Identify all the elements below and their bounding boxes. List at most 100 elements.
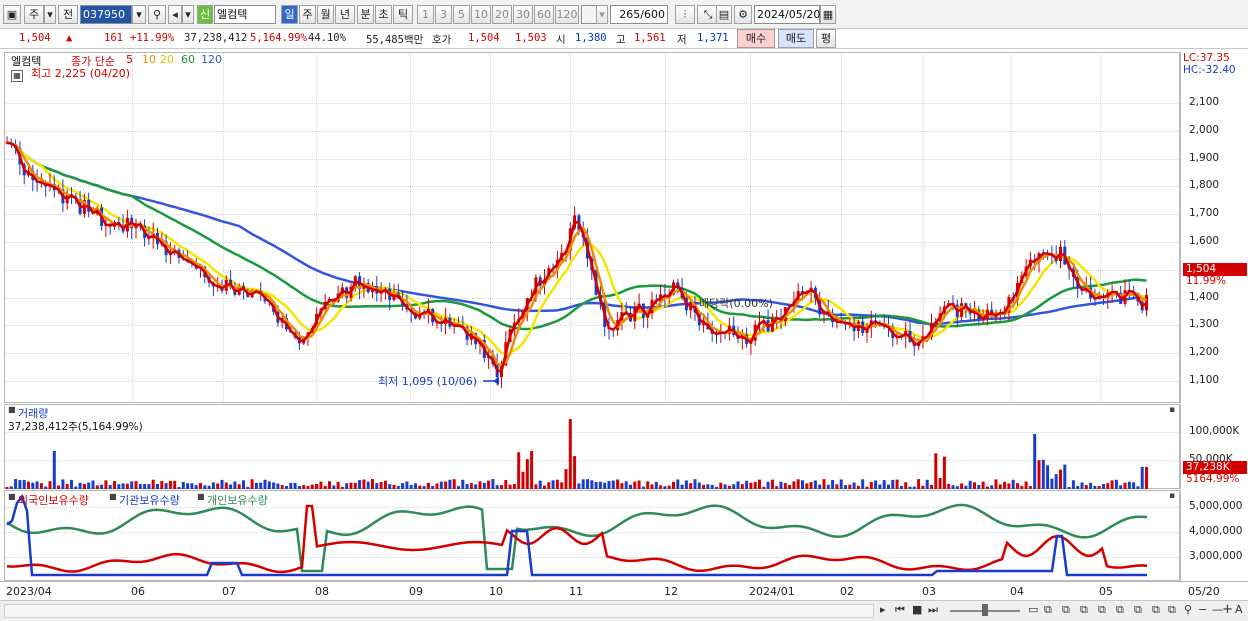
layout-icon-3[interactable]: ⧉ bbox=[1062, 603, 1070, 617]
min-30[interactable]: 30 bbox=[513, 5, 533, 24]
volume-bar bbox=[702, 484, 706, 489]
volume-bar bbox=[375, 483, 379, 489]
volume-bar bbox=[1050, 478, 1054, 489]
tab-tick[interactable]: 틱 bbox=[393, 5, 413, 24]
panel-close-icon-2[interactable]: ▪ bbox=[1169, 491, 1175, 501]
foreign-line bbox=[6, 504, 1148, 574]
panel-menu-icon[interactable]: ▦ bbox=[11, 70, 23, 82]
tab-day[interactable]: 일 bbox=[281, 5, 298, 24]
volume-bar bbox=[603, 482, 607, 489]
volume-bar bbox=[224, 482, 228, 489]
buy-button[interactable]: 매수 bbox=[737, 29, 775, 48]
volume-bar bbox=[676, 479, 680, 489]
layout-icon-1[interactable]: ▭ bbox=[1028, 603, 1038, 616]
volume-bar bbox=[18, 480, 22, 489]
chevron-down-icon-2[interactable]: ▾ bbox=[182, 5, 194, 24]
font-size-icon[interactable]: A bbox=[1235, 603, 1243, 616]
volume-bar bbox=[439, 481, 443, 489]
calendar-icon[interactable]: ▦ bbox=[820, 5, 836, 24]
tab-second[interactable]: 초 bbox=[375, 5, 392, 24]
volume-bar bbox=[779, 481, 783, 489]
low-label: 저 bbox=[677, 34, 687, 46]
layout-icon-6[interactable]: ⧉ bbox=[1116, 603, 1124, 617]
zoom-search-icon[interactable]: ⚲ bbox=[1184, 603, 1192, 616]
volume-bar bbox=[74, 486, 78, 489]
stock-code-input[interactable]: 037950 bbox=[80, 5, 132, 24]
min-1[interactable]: 1 bbox=[417, 5, 434, 24]
layout-icon-9[interactable]: ⧉ bbox=[1168, 603, 1176, 617]
date-input[interactable]: 2024/05/20 bbox=[754, 5, 820, 24]
layout-icon-2[interactable]: ⧉ bbox=[1044, 603, 1052, 617]
period-select[interactable]: 주 bbox=[24, 5, 44, 24]
volume-bar bbox=[839, 479, 843, 489]
volume-bar bbox=[5, 487, 9, 489]
price-chart bbox=[5, 136, 1148, 388]
min-60[interactable]: 60 bbox=[534, 5, 554, 24]
window-icon[interactable]: ▣ bbox=[3, 5, 21, 24]
tab-year[interactable]: 년 bbox=[335, 5, 355, 24]
quote-bar: 1,504 ▲ 161 +11.99% 37,238,412 5,164.99%… bbox=[0, 29, 1248, 49]
volume-bar bbox=[1089, 482, 1093, 489]
volume-bar bbox=[134, 481, 138, 489]
tick-1600: 1,600 bbox=[1189, 235, 1220, 247]
gear-icon[interactable]: ⚙ bbox=[734, 5, 752, 24]
horizontal-scrollbar[interactable] bbox=[4, 604, 874, 618]
tab-week[interactable]: 주 bbox=[299, 5, 316, 24]
chevron-down-icon[interactable]: ▾ bbox=[44, 5, 56, 24]
scroll-right-icon[interactable]: ▸ bbox=[880, 603, 886, 616]
volume-bar bbox=[35, 481, 39, 489]
min-120[interactable]: 120 bbox=[555, 5, 579, 24]
speaker-icon[interactable]: ◂ bbox=[168, 5, 182, 24]
interval-dropdown-icon[interactable]: ▾ bbox=[596, 5, 608, 24]
zoom-in-icon[interactable]: + bbox=[1222, 602, 1233, 617]
code-dropdown-icon[interactable]: ▾ bbox=[132, 5, 146, 24]
volume-bar bbox=[740, 484, 744, 489]
individual-line bbox=[6, 503, 1148, 573]
bar-count-total: /600 bbox=[640, 8, 665, 21]
panel-close-icon[interactable]: ▪ bbox=[1169, 405, 1175, 415]
eval-button[interactable]: 평 bbox=[816, 29, 836, 48]
stop-icon[interactable]: ■ bbox=[912, 603, 922, 616]
candle-type-icon[interactable]: ⫶ bbox=[675, 5, 695, 24]
min-20[interactable]: 20 bbox=[492, 5, 512, 24]
volume-bar bbox=[448, 479, 452, 489]
last-page-icon[interactable]: ⏭ bbox=[928, 603, 938, 617]
volume-bar bbox=[813, 480, 817, 489]
sell-button[interactable]: 매도 bbox=[778, 29, 814, 48]
layout-icon-8[interactable]: ⧉ bbox=[1152, 603, 1160, 617]
first-page-icon[interactable]: ⏮ bbox=[895, 603, 905, 617]
volume-bar bbox=[1119, 485, 1123, 489]
volume-bar bbox=[431, 486, 435, 489]
min-3[interactable]: 3 bbox=[435, 5, 452, 24]
tab-minute[interactable]: 분 bbox=[357, 5, 374, 24]
volume-bar bbox=[917, 479, 921, 489]
layout-icon-4[interactable]: ⧉ bbox=[1080, 603, 1088, 617]
volume-bar bbox=[199, 483, 202, 489]
volume-value: 37,238,412 bbox=[184, 32, 248, 44]
xlabel-10: 10 bbox=[489, 585, 503, 598]
volume-bar bbox=[818, 484, 822, 489]
min-10[interactable]: 10 bbox=[471, 5, 491, 24]
min-5[interactable]: 5 bbox=[453, 5, 470, 24]
volume-bar bbox=[796, 479, 800, 489]
layout-icon-5[interactable]: ⧉ bbox=[1098, 603, 1106, 617]
volume-bar bbox=[1127, 481, 1131, 489]
tab-month[interactable]: 월 bbox=[317, 5, 334, 24]
stock-name-field[interactable]: 엘컴텍 bbox=[214, 5, 276, 24]
bar-count-field[interactable]: 265/600 bbox=[610, 5, 668, 24]
volume-bar bbox=[547, 482, 551, 489]
volume-bar bbox=[130, 481, 134, 489]
volume-bar bbox=[745, 480, 749, 489]
search-icon[interactable]: ⚲ bbox=[148, 5, 166, 24]
lc-label: LC:37.35 bbox=[1183, 52, 1230, 64]
volume-bar bbox=[465, 484, 469, 489]
zoom-slider-handle[interactable] bbox=[982, 604, 988, 616]
volume-bar bbox=[405, 481, 409, 489]
prev-button[interactable]: 전 bbox=[58, 5, 78, 24]
volume-bar bbox=[865, 486, 869, 489]
volume-bar bbox=[138, 484, 142, 489]
volume-bar bbox=[882, 480, 886, 489]
save-icon[interactable]: ▤ bbox=[716, 5, 732, 24]
layout-icon-7[interactable]: ⧉ bbox=[1134, 603, 1142, 617]
zoom-out-icon[interactable]: − bbox=[1198, 603, 1207, 616]
